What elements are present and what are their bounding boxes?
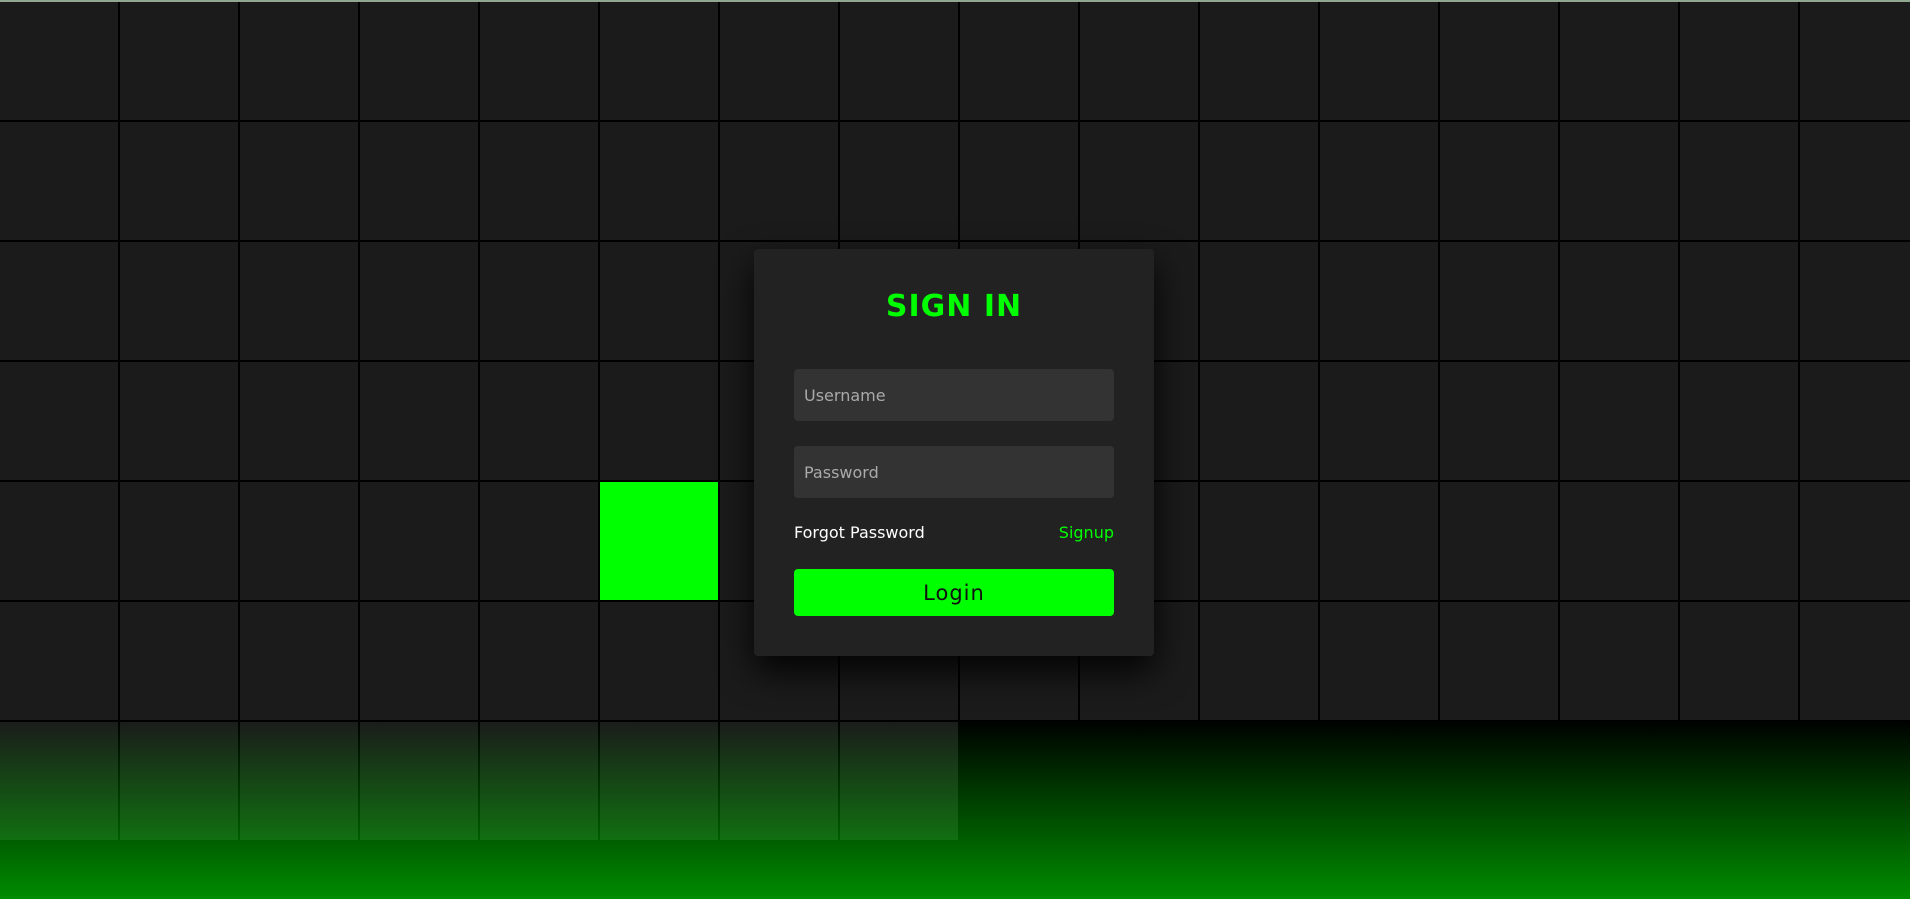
grid-cell (1320, 2, 1438, 120)
grid-cell (960, 2, 1078, 120)
grid-cell (1320, 482, 1438, 600)
grid-cell (1800, 362, 1910, 480)
forgot-password-link[interactable]: Forgot Password (794, 523, 925, 542)
grid-cell (240, 2, 358, 120)
grid-cell (480, 482, 598, 600)
signup-link[interactable]: Signup (1059, 523, 1114, 542)
grid-cell (1440, 602, 1558, 720)
grid-cell (1800, 122, 1910, 240)
grid-cell (120, 722, 238, 840)
grid-cell (240, 602, 358, 720)
signin-title: SIGN IN (885, 289, 1023, 324)
top-border (0, 0, 1910, 2)
grid-cell (1560, 362, 1678, 480)
links-row: Forgot Password Signup (794, 523, 1114, 545)
grid-cell (600, 722, 718, 840)
grid-cell (1680, 2, 1798, 120)
grid-cell (720, 2, 838, 120)
grid-cell (1800, 242, 1910, 360)
grid-cell (1320, 242, 1438, 360)
grid-cell (480, 722, 598, 840)
grid-cell (720, 122, 838, 240)
grid-cell (1680, 362, 1798, 480)
grid-cell (1200, 602, 1318, 720)
grid-cell (1320, 122, 1438, 240)
grid-cell (0, 482, 118, 600)
grid-cell (1200, 242, 1318, 360)
grid-cell (120, 602, 238, 720)
grid-cell (1200, 482, 1318, 600)
grid-cell (360, 2, 478, 120)
grid-cell (1560, 122, 1678, 240)
grid-cell (600, 122, 718, 240)
grid-cell (1680, 602, 1798, 720)
grid-cell (240, 362, 358, 480)
grid-cell (840, 122, 958, 240)
grid-cell (1320, 362, 1438, 480)
grid-cell (120, 122, 238, 240)
grid-cell (1440, 242, 1558, 360)
grid-cell (0, 242, 118, 360)
grid-cell (480, 242, 598, 360)
grid-cell (0, 122, 118, 240)
grid-cell (1800, 2, 1910, 120)
grid-cell (1680, 122, 1798, 240)
username-input[interactable] (794, 369, 1114, 421)
grid-cell (1680, 242, 1798, 360)
grid-cell (360, 722, 478, 840)
grid-cell (240, 242, 358, 360)
grid-cell (360, 122, 478, 240)
grid-cell (360, 362, 478, 480)
grid-cell (240, 122, 358, 240)
grid-cell (1440, 2, 1558, 120)
grid-cell (1560, 242, 1678, 360)
grid-cell (1560, 482, 1678, 600)
grid-cell (480, 362, 598, 480)
grid-cell (1800, 482, 1910, 600)
grid-cell (480, 122, 598, 240)
grid-cell (600, 242, 718, 360)
grid-cell (1560, 2, 1678, 120)
grid-cell (1680, 482, 1798, 600)
grid-cell (0, 722, 118, 840)
grid-cell (360, 602, 478, 720)
grid-cell (240, 482, 358, 600)
grid-cell (120, 2, 238, 120)
grid-cell (600, 482, 718, 600)
grid-cell (1800, 602, 1910, 720)
grid-cell (120, 362, 238, 480)
grid-cell (840, 2, 958, 120)
grid-cell (0, 362, 118, 480)
grid-cell (1440, 122, 1558, 240)
grid-cell (720, 722, 838, 840)
grid-cell (1320, 602, 1438, 720)
grid-cell (960, 122, 1078, 240)
grid-cell (480, 602, 598, 720)
signin-card: SIGN IN Forgot Password Signup Login (754, 249, 1154, 656)
grid-cell (1440, 482, 1558, 600)
grid-cell (360, 242, 478, 360)
grid-cell (480, 2, 598, 120)
grid-cell (360, 482, 478, 600)
grid-cell (120, 242, 238, 360)
grid-cell (600, 362, 718, 480)
grid-cell (1440, 362, 1558, 480)
grid-cell (1200, 362, 1318, 480)
grid-cell (600, 602, 718, 720)
grid-cell (1080, 122, 1198, 240)
grid-cell (0, 2, 118, 120)
grid-cell (240, 722, 358, 840)
grid-cell (840, 722, 958, 840)
grid-cell (0, 602, 118, 720)
grid-cell (1080, 2, 1198, 120)
password-input[interactable] (794, 446, 1114, 498)
login-button[interactable]: Login (794, 569, 1114, 616)
grid-cell (120, 482, 238, 600)
grid-cell (1200, 2, 1318, 120)
grid-cell (600, 2, 718, 120)
page-background: SIGN IN Forgot Password Signup Login (0, 0, 1910, 899)
grid-cell (1560, 602, 1678, 720)
grid-cell (1200, 122, 1318, 240)
